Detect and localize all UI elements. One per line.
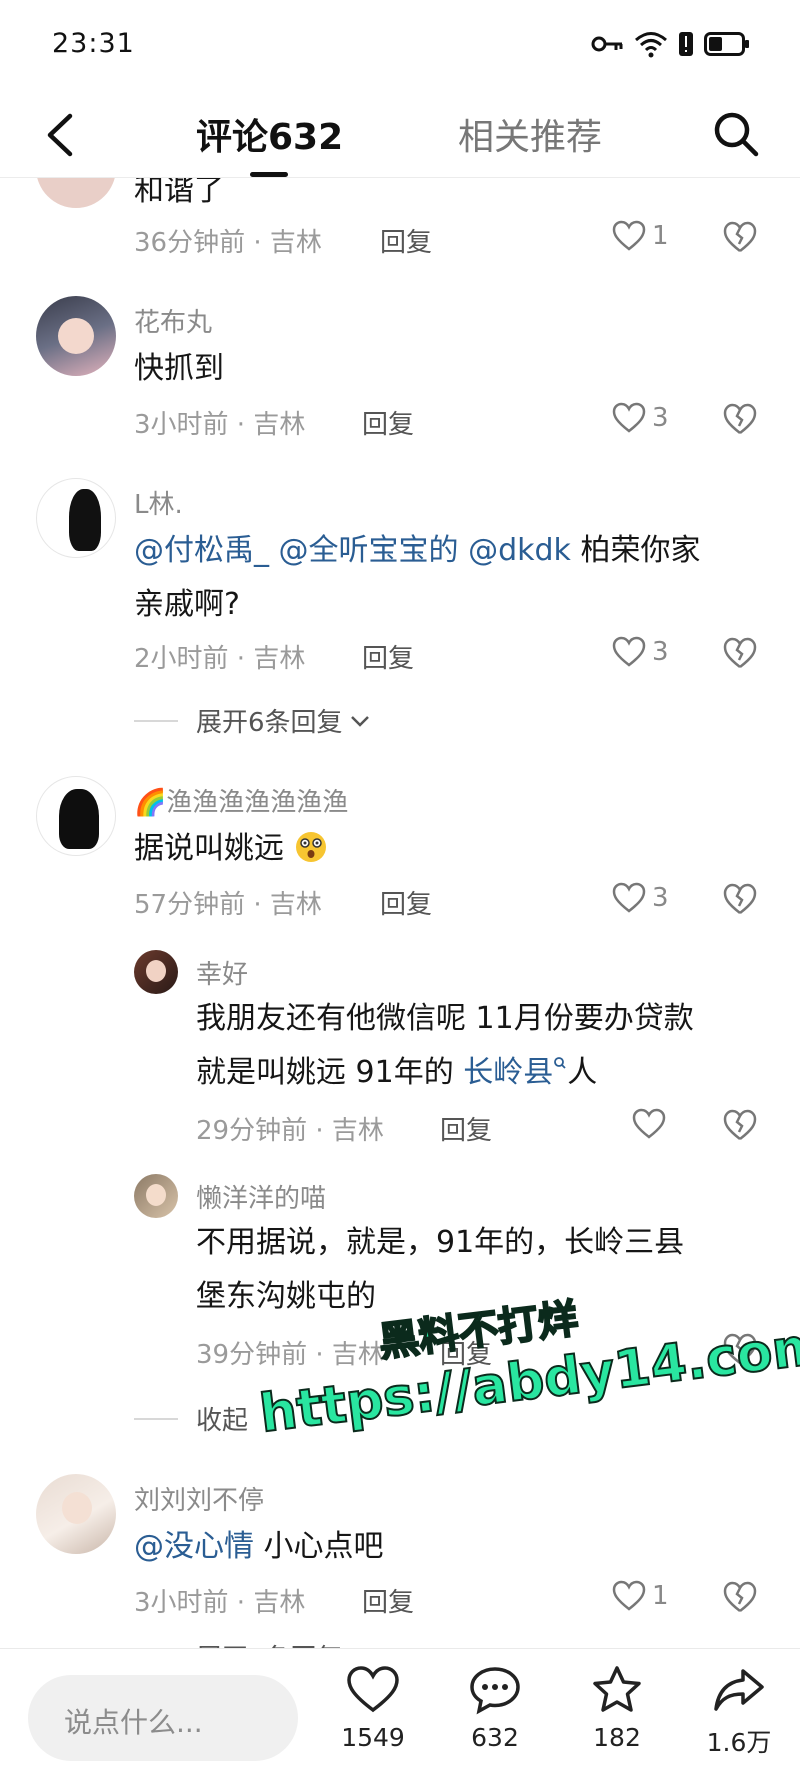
avatar[interactable] — [36, 178, 116, 208]
comment-text: @付松禹_ @全听宝宝的 @dkdk 柏荣你家 亲戚啊? — [134, 533, 701, 622]
broken-heart-icon[interactable] — [722, 1108, 758, 1142]
shocked-emoji-icon — [295, 832, 326, 862]
reply-button[interactable]: 回复 — [380, 222, 432, 259]
status-bar: 23:31 — [0, 0, 800, 92]
avatar[interactable] — [36, 478, 116, 558]
expand-replies-button[interactable]: 展开1条回复 — [134, 1638, 343, 1648]
broken-heart-icon[interactable] — [722, 402, 758, 436]
broken-heart-icon[interactable] — [722, 220, 758, 254]
reply-button[interactable]: 回复 — [362, 1582, 414, 1619]
broken-heart-icon[interactable] — [722, 882, 758, 916]
heart-icon — [347, 1666, 399, 1713]
header: 评论632 相关推荐 — [0, 92, 800, 178]
reply-button[interactable]: 回复 — [362, 638, 414, 675]
heart-icon — [612, 220, 646, 251]
comment-meta: 3小时前 · 吉林 — [134, 410, 306, 440]
tab-comments[interactable]: 评论632 — [196, 108, 343, 160]
like-button[interactable]: 3 — [612, 402, 669, 434]
battery-icon — [704, 32, 749, 56]
comment-meta: 36分钟前 · 吉林 — [134, 228, 322, 258]
like-button[interactable]: 1 — [612, 1580, 669, 1612]
mention-link[interactable]: @全听宝宝的 — [279, 533, 459, 568]
status-time: 23:31 — [52, 28, 135, 59]
like-count: 1 — [652, 1581, 669, 1611]
like-button[interactable]: 3 — [612, 882, 669, 914]
broken-heart-icon[interactable] — [722, 636, 758, 670]
broken-heart-icon[interactable] — [722, 1580, 758, 1614]
avatar[interactable] — [36, 1474, 116, 1554]
like-action[interactable]: 1549 — [318, 1665, 428, 1752]
favorite-total: 182 — [593, 1723, 641, 1752]
comment-text: 快抓到 — [134, 351, 224, 386]
mention-link[interactable]: @dkdk — [468, 533, 571, 568]
heart-icon — [612, 1580, 646, 1611]
collapse-replies-button[interactable]: 收起 — [134, 1400, 248, 1437]
heart-icon — [612, 636, 646, 667]
username[interactable]: 幸好 — [196, 954, 248, 991]
mention-link[interactable]: @没心情 — [134, 1529, 254, 1564]
username[interactable]: 懒洋洋的喵 — [196, 1178, 326, 1215]
comment-action[interactable]: 632 — [440, 1665, 550, 1752]
tab-active-indicator — [250, 172, 288, 177]
heart-icon — [612, 402, 646, 433]
share-action[interactable]: 1.6万 — [684, 1665, 794, 1759]
back-arrow-icon[interactable] — [40, 110, 84, 160]
comment-meta: 3小时前 · 吉林 — [134, 1588, 306, 1618]
comment-input[interactable]: 说点什么... — [28, 1675, 298, 1761]
reply-button[interactable]: 回复 — [380, 884, 432, 921]
reply-button[interactable]: 回复 — [362, 404, 414, 441]
like-count: 3 — [652, 883, 669, 913]
search-icon[interactable] — [710, 108, 762, 160]
comment-meta: 57分钟前 · 吉林 — [134, 890, 322, 920]
comment-input-placeholder: 说点什么... — [64, 1706, 203, 1739]
alert-icon — [679, 32, 693, 56]
heart-icon — [632, 1108, 666, 1139]
avatar[interactable] — [134, 1174, 178, 1218]
avatar[interactable] — [36, 776, 116, 856]
like-total: 1549 — [341, 1723, 405, 1752]
like-count: 1 — [652, 221, 669, 251]
wifi-icon — [635, 32, 667, 58]
like-count: 3 — [652, 637, 669, 667]
mention-link[interactable]: @付松禹_ — [134, 533, 269, 568]
favorite-action[interactable]: 182 — [562, 1665, 672, 1752]
tab-related[interactable]: 相关推荐 — [458, 108, 602, 160]
comment-meta: 29分钟前 · 吉林 — [196, 1116, 384, 1146]
comment-text: 据说叫姚远 — [134, 822, 328, 876]
expand-replies-button[interactable]: 展开6条回复 — [134, 702, 371, 739]
bottom-bar: 说点什么... 1549 632 182 1.6万 — [0, 1648, 800, 1787]
username[interactable]: 🌈渔渔渔渔渔渔渔 — [134, 782, 348, 819]
share-total: 1.6万 — [706, 1728, 772, 1757]
username[interactable]: 花布丸 — [134, 302, 212, 339]
status-icons — [590, 30, 750, 58]
comment-total: 632 — [471, 1723, 519, 1752]
share-arrow-icon — [714, 1669, 764, 1711]
star-icon — [593, 1666, 641, 1712]
like-button[interactable]: 1 — [612, 220, 669, 252]
reply-button[interactable]: 回复 — [440, 1110, 492, 1147]
username[interactable]: 刘刘刘不停 — [134, 1480, 264, 1517]
like-button[interactable]: 3 — [612, 636, 669, 668]
comment-text: 我朋友还有他微信呢 11月份要办贷款 就是叫姚远 91年的 长岭县人 — [196, 1001, 694, 1090]
comment-meta: 39分钟前 · 吉林 — [196, 1340, 384, 1370]
comment-text: @没心情 小心点吧 — [134, 1529, 384, 1564]
location-link[interactable]: 长岭县 — [463, 1055, 553, 1090]
comment-text: 和谐了 — [134, 178, 224, 208]
comment-meta: 2小时前 · 吉林 — [134, 644, 306, 674]
chevron-down-icon — [350, 715, 369, 727]
heart-icon — [612, 882, 646, 913]
search-small-icon — [554, 1057, 566, 1069]
avatar[interactable] — [134, 950, 178, 994]
avatar[interactable] — [36, 296, 116, 376]
comment-bubble-icon — [470, 1667, 520, 1715]
like-count: 3 — [652, 403, 669, 433]
username[interactable]: L林. — [134, 484, 183, 521]
key-icon — [591, 36, 623, 52]
like-button[interactable] — [632, 1108, 666, 1140]
